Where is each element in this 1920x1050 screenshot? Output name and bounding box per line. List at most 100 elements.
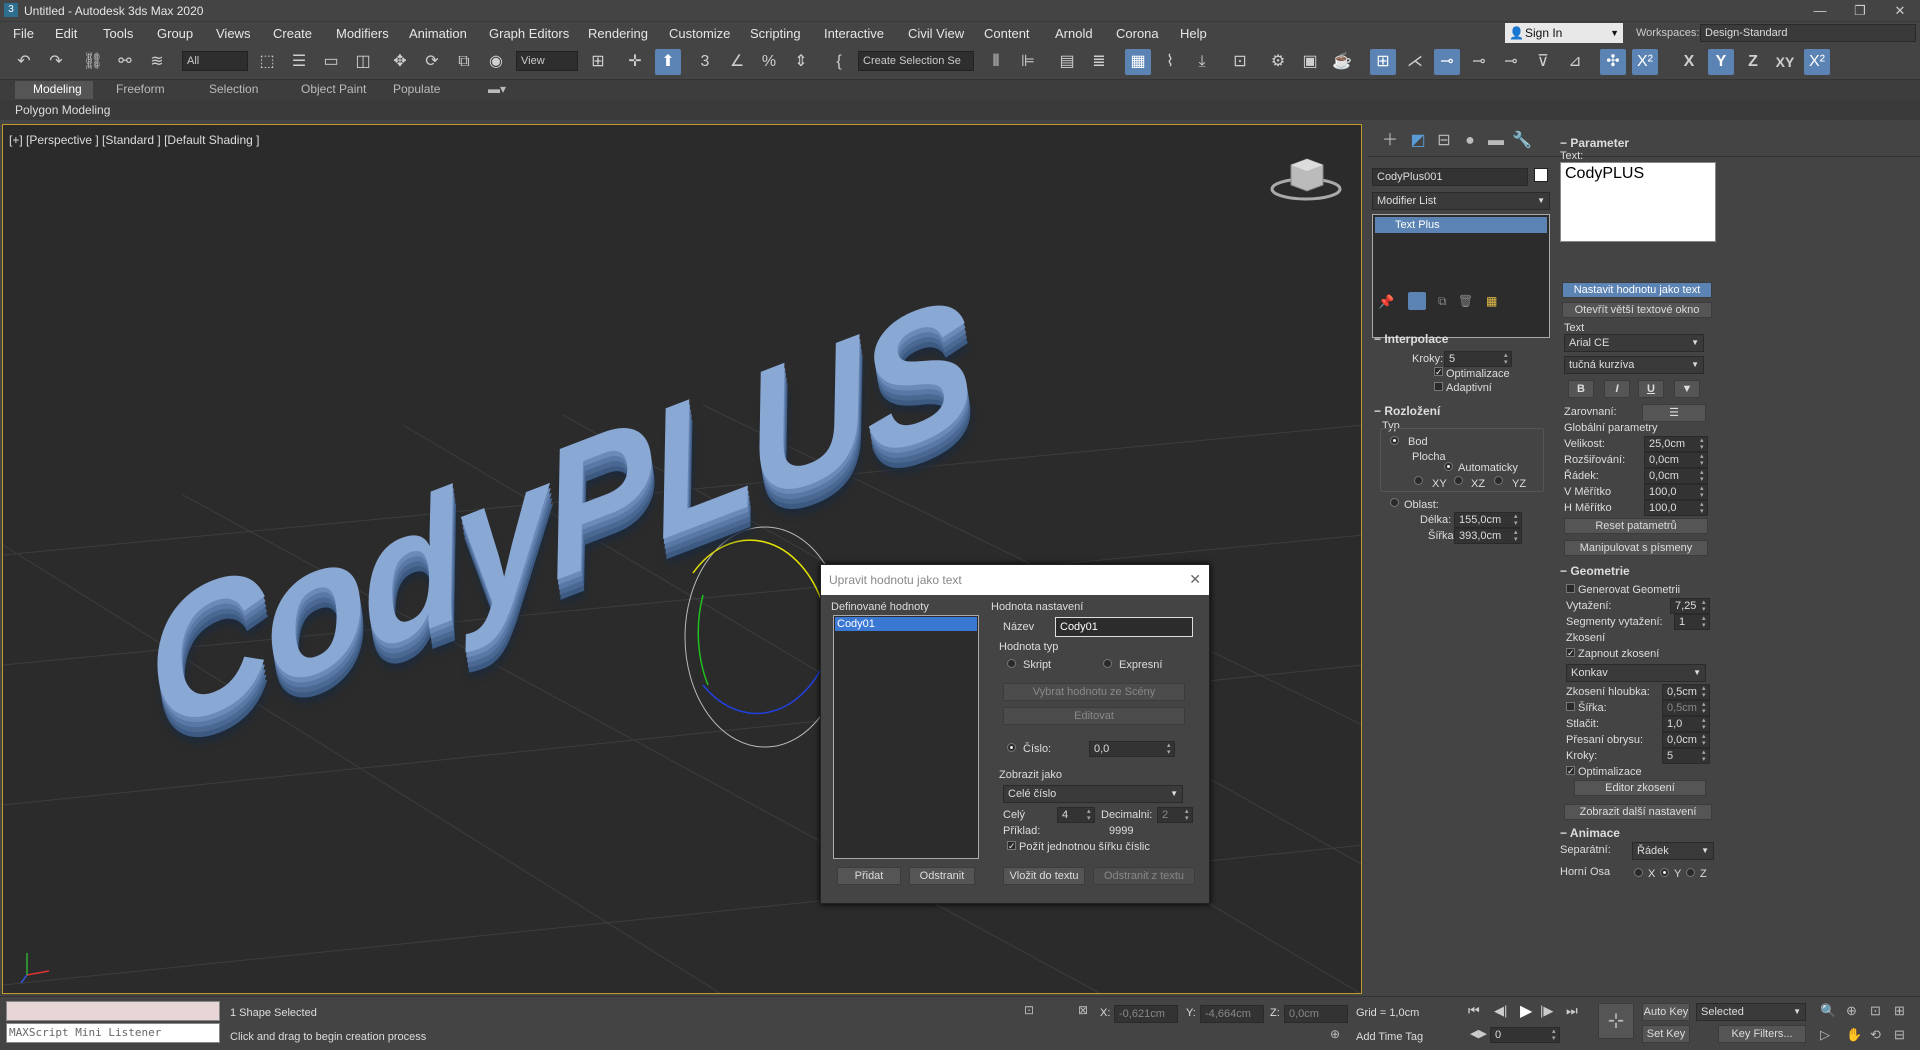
remove-from-text-button[interactable]: Odstranit z textu: [1093, 867, 1195, 885]
modify-tab-icon[interactable]: ◩: [1406, 130, 1430, 152]
menu-corona[interactable]: Corona: [1116, 26, 1159, 41]
extrusion-segs-spinner[interactable]: 1: [1674, 614, 1710, 630]
spinner-snap-icon[interactable]: ⇕: [788, 49, 814, 75]
set-key-button[interactable]: Set Key: [1642, 1025, 1690, 1043]
snap-face-icon[interactable]: ⊽: [1530, 49, 1556, 75]
ribbon-tab-modeling[interactable]: Modeling: [33, 82, 82, 96]
configure-sets-icon[interactable]: ▦: [1486, 294, 1497, 308]
axis-x-radio[interactable]: [1634, 868, 1643, 877]
auto-key-button[interactable]: Auto Key: [1642, 1003, 1690, 1021]
bind-space-warp-icon[interactable]: ≋: [144, 49, 170, 75]
named-selection-dropdown[interactable]: Create Selection Se: [858, 51, 974, 71]
menu-graph-editors[interactable]: Graph Editors: [489, 26, 569, 41]
decimal-spinner[interactable]: 2: [1157, 807, 1193, 823]
menu-customize[interactable]: Customize: [669, 26, 730, 41]
ribbon-tab-object-paint[interactable]: Object Paint: [301, 82, 366, 96]
zoom-extents-all-icon[interactable]: ⊞: [1894, 1003, 1905, 1019]
zoom-extents-icon[interactable]: ⊡: [1870, 1003, 1881, 1019]
bevel-editor-button[interactable]: Editor zkosení: [1574, 780, 1706, 796]
number-spinner[interactable]: 0,0: [1089, 741, 1175, 757]
width-spinner[interactable]: 393,0cm: [1454, 528, 1522, 544]
pin-stack-icon[interactable]: 📌: [1378, 294, 1394, 310]
y-coord-field[interactable]: -4,664cm: [1200, 1005, 1264, 1023]
expression-radio[interactable]: [1103, 659, 1112, 668]
number-radio[interactable]: [1007, 743, 1016, 752]
add-value-button[interactable]: Přidat: [837, 867, 901, 885]
create-tab-icon[interactable]: ＋: [1378, 130, 1402, 152]
edit-button[interactable]: Editovat: [1003, 707, 1185, 725]
view-cube[interactable]: [1270, 158, 1342, 201]
menu-rendering[interactable]: Rendering: [588, 26, 648, 41]
axis-z-radio[interactable]: [1686, 868, 1695, 877]
utilities-tab-icon[interactable]: 🔧: [1510, 130, 1534, 152]
absolute-mode-icon[interactable]: ⊠: [1078, 1003, 1088, 1017]
mirror-icon[interactable]: ⫴: [983, 49, 1009, 75]
minimize-button[interactable]: —: [1800, 0, 1840, 22]
axis-xy-icon[interactable]: XY: [1772, 49, 1798, 75]
modifier-list-dropdown[interactable]: Modifier List ▼: [1372, 192, 1550, 210]
axis-xy-toggle-icon[interactable]: X²: [1804, 49, 1830, 75]
snap-midpoint-icon[interactable]: ⊸: [1466, 49, 1492, 75]
render-icon[interactable]: ☕: [1329, 49, 1355, 75]
menu-help[interactable]: Help: [1180, 26, 1207, 41]
animation-rollout-title[interactable]: − Animace: [1560, 826, 1620, 840]
length-spinner[interactable]: 155,0cm: [1454, 512, 1522, 528]
axis-z-icon[interactable]: Z: [1740, 49, 1766, 75]
set-value-as-text-button[interactable]: Nastavit hodnotu jako text: [1562, 282, 1712, 298]
bevel-optimize-checkbox[interactable]: ✓: [1566, 766, 1575, 776]
bevel-steps-spinner[interactable]: 5: [1662, 748, 1710, 764]
menu-file[interactable]: File: [13, 26, 34, 41]
goto-start-icon[interactable]: ⏮: [1468, 1003, 1480, 1019]
stack-item-text-plus[interactable]: Text Plus: [1375, 217, 1547, 233]
axis-y-icon[interactable]: Y: [1708, 49, 1734, 75]
align-icon[interactable]: ⊫: [1015, 49, 1041, 75]
menu-civil-view[interactable]: Civil View: [908, 26, 964, 41]
link-icon[interactable]: ⛓: [80, 49, 106, 75]
edit-named-sel-icon[interactable]: {: [826, 49, 852, 75]
polygon-modeling-label[interactable]: Polygon Modeling: [15, 103, 110, 117]
pan-icon[interactable]: ✋: [1846, 1027, 1862, 1043]
h-scale-spinner[interactable]: 100,0: [1644, 500, 1708, 516]
yz-radio[interactable]: [1494, 476, 1503, 485]
window-crossing-icon[interactable]: ◫: [350, 49, 376, 75]
keyboard-shortcut-icon[interactable]: ⬆: [655, 49, 681, 75]
menu-animation[interactable]: Animation: [409, 26, 467, 41]
zoom-all-icon[interactable]: ⊕: [1846, 1003, 1857, 1019]
style-dropdown[interactable]: tučná kurzíva ▼: [1564, 356, 1704, 374]
material-editor-icon[interactable]: ⊡: [1227, 49, 1253, 75]
key-filters-button[interactable]: Key Filters...: [1718, 1025, 1806, 1043]
menu-edit[interactable]: Edit: [55, 26, 77, 41]
show-end-result-icon[interactable]: [1408, 292, 1426, 310]
scene-explorer-icon[interactable]: ▤: [1054, 49, 1080, 75]
separate-dropdown[interactable]: Řádek ▼: [1632, 842, 1714, 860]
menu-interactive[interactable]: Interactive: [824, 26, 884, 41]
ribbon-tab-selection[interactable]: Selection: [209, 82, 258, 96]
percent-snap-icon[interactable]: %: [756, 49, 782, 75]
scale-icon[interactable]: ⧉: [451, 49, 477, 75]
snaps-toggle-icon[interactable]: 3: [692, 49, 718, 75]
more-style-icon[interactable]: ▼: [1674, 380, 1700, 398]
open-bigger-text-button[interactable]: Otevřít větší textové okno: [1562, 302, 1712, 318]
script-radio[interactable]: [1007, 659, 1016, 668]
display-tab-icon[interactable]: ▬: [1484, 130, 1508, 152]
menu-scripting[interactable]: Scripting: [750, 26, 801, 41]
menu-arnold[interactable]: Arnold: [1055, 26, 1093, 41]
snap-grid-icon[interactable]: ⊞: [1370, 49, 1396, 75]
axis-constraint-icon[interactable]: ✣: [1600, 49, 1626, 75]
parameter-rollout-title[interactable]: − Parameter: [1560, 136, 1629, 150]
undo-icon[interactable]: ↶: [11, 49, 37, 75]
menu-create[interactable]: Create: [273, 26, 312, 41]
remove-modifier-icon[interactable]: 🗑: [1458, 294, 1473, 308]
leading-spinner[interactable]: 0,0cm: [1644, 468, 1708, 484]
fixed-width-checkbox[interactable]: ✓: [1007, 841, 1016, 851]
smooth-spinner[interactable]: 1,0: [1662, 716, 1710, 732]
place-icon[interactable]: ◉: [483, 49, 509, 75]
menu-tools[interactable]: Tools: [103, 26, 133, 41]
current-frame-spinner[interactable]: 0: [1490, 1027, 1560, 1043]
set-key-icon[interactable]: ⊹: [1598, 1003, 1634, 1039]
close-button[interactable]: ✕: [1880, 0, 1920, 22]
show-more-settings-button[interactable]: Zobrazit další nastavení: [1564, 804, 1712, 820]
snap-endpoint-icon[interactable]: ⊸: [1434, 49, 1460, 75]
auto-radio[interactable]: [1444, 462, 1453, 471]
object-name-field[interactable]: CodyPlus001: [1372, 168, 1528, 186]
